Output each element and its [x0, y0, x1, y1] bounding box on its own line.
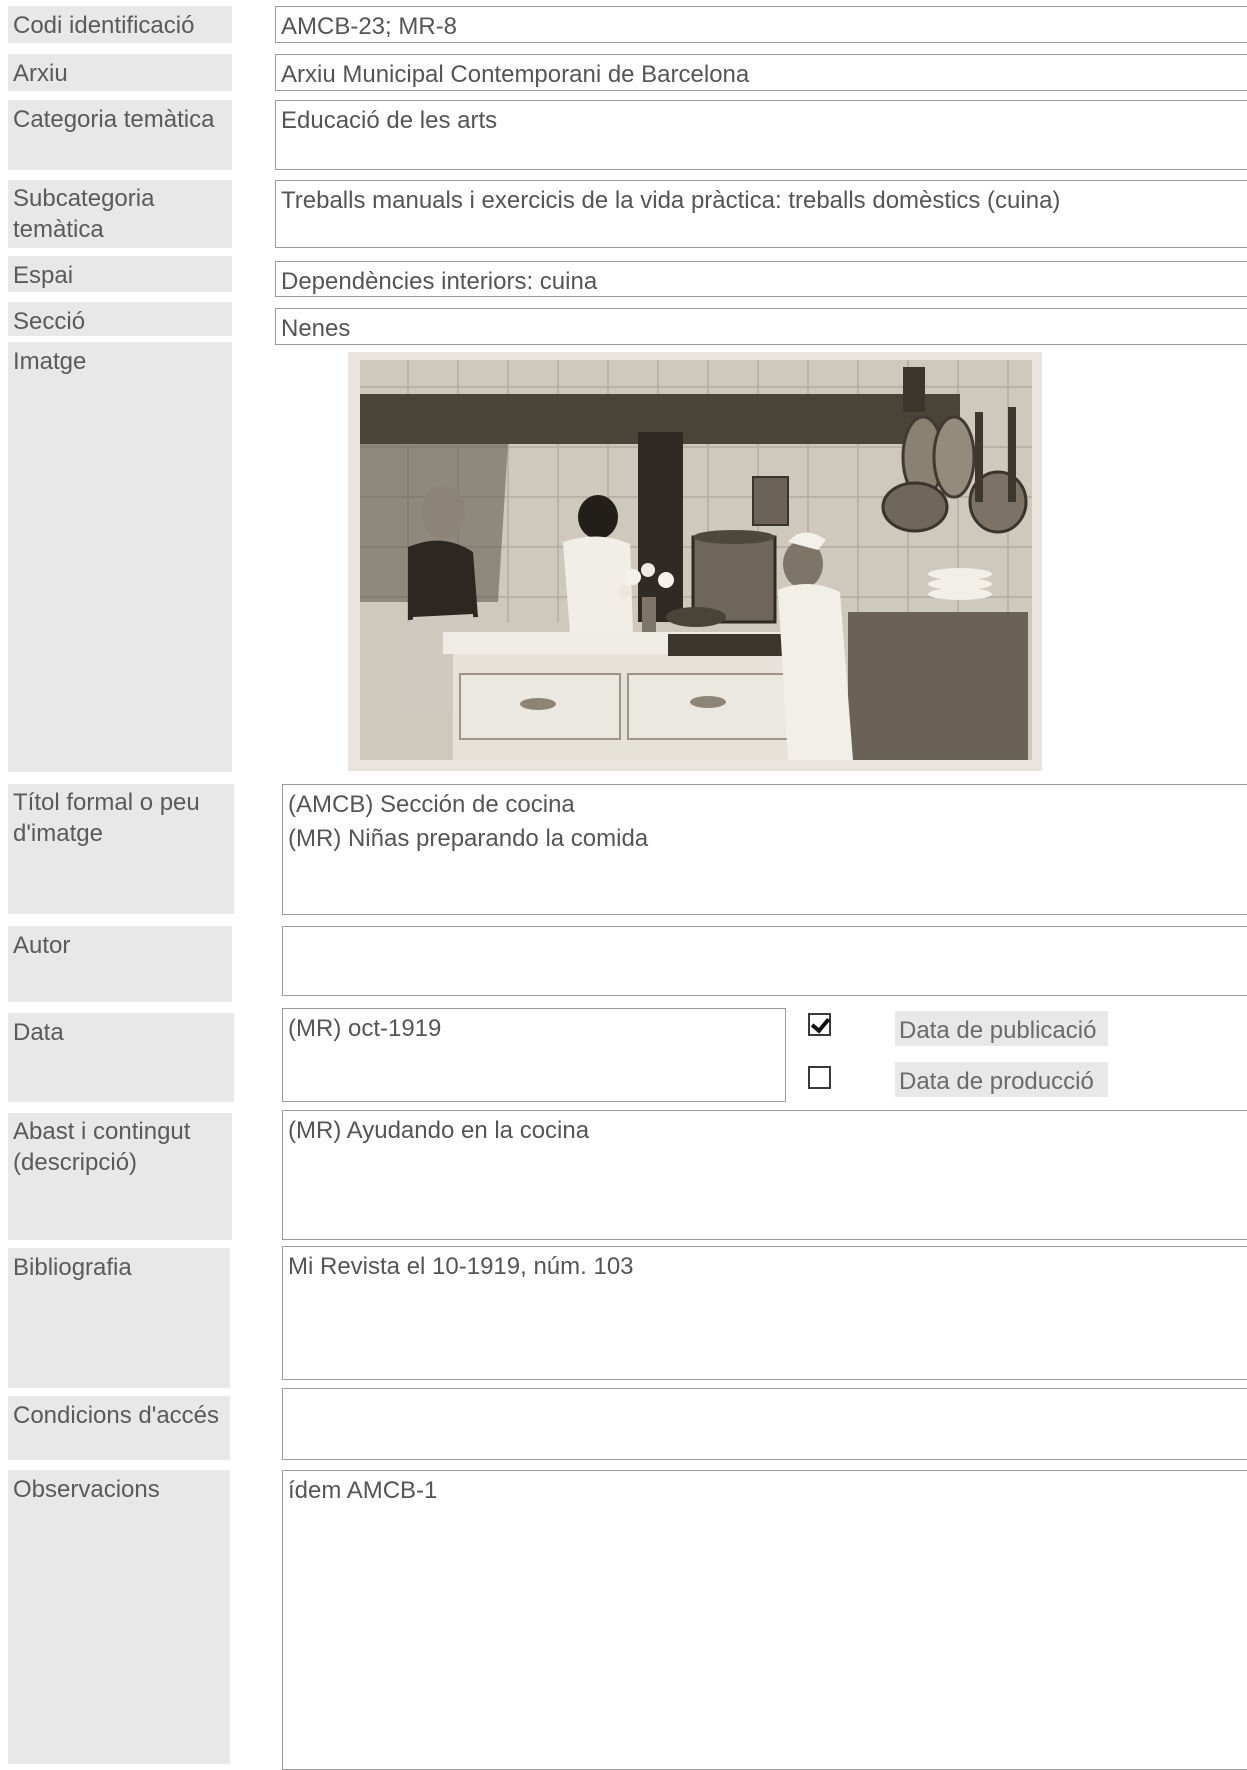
- label-observacions: Observacions: [8, 1470, 230, 1764]
- espai-field[interactable]: Dependències interiors: cuina: [275, 261, 1247, 297]
- label-condicions: Condicions d'accés: [8, 1396, 230, 1460]
- codi-field[interactable]: AMCB-23; MR-8: [275, 6, 1247, 43]
- label-espai: Espai: [8, 256, 232, 292]
- checkbox-data-publicacio[interactable]: [808, 1013, 831, 1036]
- arxiu-field[interactable]: Arxiu Municipal Contemporani de Barcelon…: [275, 54, 1247, 91]
- autor-field[interactable]: [282, 926, 1247, 996]
- bibliografia-field[interactable]: Mi Revista el 10-1919, núm. 103: [282, 1246, 1247, 1380]
- label-categoria: Categoria temàtica: [8, 100, 232, 170]
- categoria-field[interactable]: Educació de les arts: [275, 100, 1247, 170]
- abast-field[interactable]: (MR) Ayudando en la cocina: [282, 1110, 1247, 1240]
- label-abast: Abast i contingut (descripció): [8, 1113, 232, 1240]
- label-bibliografia: Bibliografia: [8, 1248, 230, 1388]
- label-data: Data: [8, 1013, 234, 1102]
- label-data-produccio: Data de producció: [895, 1062, 1108, 1097]
- seccio-field[interactable]: Nenes: [275, 308, 1247, 345]
- label-titol: Títol formal o peu d'imatge: [8, 784, 234, 914]
- label-subcategoria: Subcategoria temàtica: [8, 180, 232, 248]
- titol-field[interactable]: (AMCB) Sección de cocina (MR) Niñas prep…: [282, 784, 1247, 915]
- observacions-field[interactable]: ídem AMCB-1: [282, 1470, 1247, 1770]
- label-imatge: Imatge: [8, 342, 232, 772]
- subcategoria-field[interactable]: Treballs manuals i exercicis de la vida …: [275, 180, 1247, 248]
- label-arxiu: Arxiu: [8, 54, 232, 91]
- condicions-field[interactable]: [282, 1388, 1247, 1460]
- label-codi: Codi identificació: [8, 6, 232, 43]
- label-data-publicacio: Data de publicació: [895, 1011, 1108, 1046]
- data-field[interactable]: (MR) oct-1919: [282, 1008, 786, 1102]
- checkbox-data-produccio[interactable]: [808, 1066, 831, 1089]
- kitchen-photo: [348, 352, 1042, 771]
- label-autor: Autor: [8, 926, 232, 1002]
- label-seccio: Secció: [8, 302, 232, 336]
